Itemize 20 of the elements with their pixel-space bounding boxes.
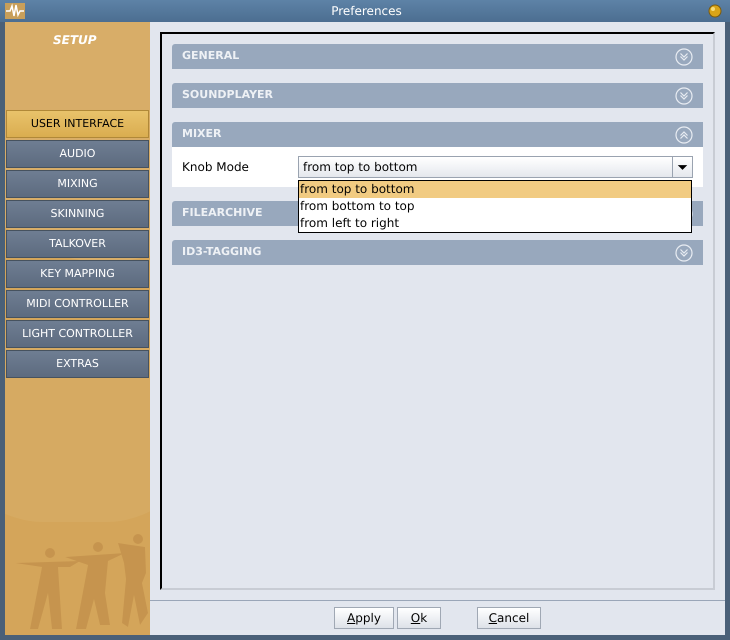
sidebar-item[interactable]: SKINNING <box>6 200 149 228</box>
dropdown-option[interactable]: from top to bottom <box>299 181 691 198</box>
window-button-icon[interactable] <box>708 4 722 18</box>
dialog-button[interactable]: Cancel <box>477 606 541 628</box>
sidebar-item[interactable]: AUDIO <box>6 140 149 168</box>
sidebar-item[interactable]: MIDI CONTROLLER <box>6 290 149 318</box>
window-title: Preferences <box>330 3 403 20</box>
sidebar-title: SETUP <box>53 32 98 49</box>
dialog-button[interactable]: Apply <box>334 606 394 628</box>
collapse-icon[interactable] <box>675 126 693 144</box>
dropdown[interactable]: from top to bottom <box>298 156 693 178</box>
sidebar-item[interactable]: TALKOVER <box>6 230 149 258</box>
sidebar-item[interactable]: MIXING <box>6 170 149 198</box>
field-label: Knob Mode <box>182 159 250 176</box>
waveform-icon <box>5 3 25 19</box>
sidebar-item[interactable]: LIGHT CONTROLLER <box>6 320 149 348</box>
sidebar-item[interactable]: USER INTERFACE <box>6 110 149 138</box>
sidebar-item[interactable]: KEY MAPPING <box>6 260 149 288</box>
sidebar-item[interactable]: EXTRAS <box>6 350 149 378</box>
dialog-button[interactable]: Ok <box>397 606 441 628</box>
